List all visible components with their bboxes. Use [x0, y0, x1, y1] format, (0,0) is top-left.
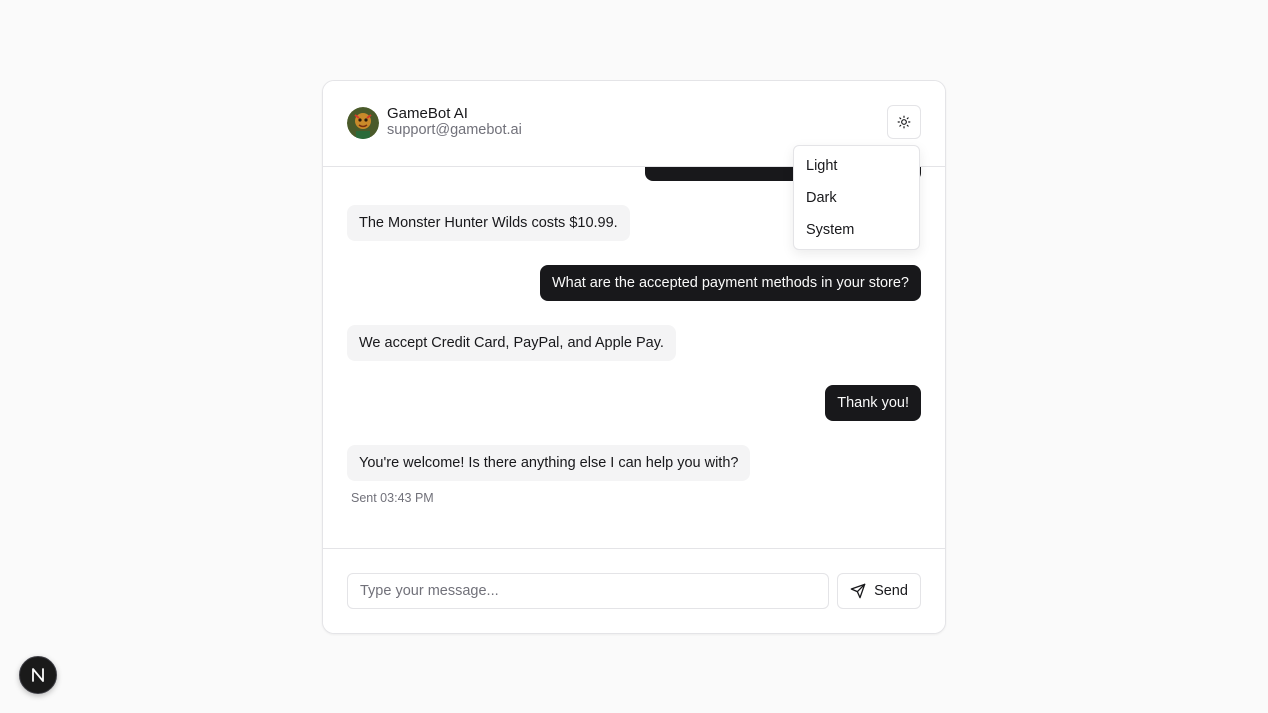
bot-name: GameBot AI: [387, 105, 468, 122]
user-message: Thank you!: [825, 385, 921, 421]
user-message: What are the accepted payment methods in…: [539, 265, 921, 301]
theme-option-light[interactable]: Light: [798, 150, 915, 182]
message-input[interactable]: [347, 573, 829, 609]
bot-message: You're welcome! Is there anything else I…: [347, 445, 751, 481]
theme-menu: Light Dark System: [793, 145, 920, 250]
send-button[interactable]: Send: [837, 573, 921, 609]
send-icon: [850, 583, 866, 599]
bot-email: support@gamebot.ai: [387, 122, 522, 138]
bot-message: The Monster Hunter Wilds costs $10.99.: [347, 205, 630, 241]
theme-toggle-button[interactable]: [887, 105, 921, 139]
send-label: Send: [874, 583, 908, 599]
composer: Send: [323, 548, 945, 633]
bot-message: We accept Credit Card, PayPal, and Apple…: [347, 325, 676, 361]
sent-timestamp: Sent 03:43 PM: [351, 491, 434, 505]
next-logo-icon[interactable]: [19, 656, 57, 694]
theme-option-system[interactable]: System: [798, 214, 915, 246]
bot-avatar: [347, 107, 379, 139]
sun-icon: [897, 115, 911, 129]
theme-option-dark[interactable]: Dark: [798, 182, 915, 214]
